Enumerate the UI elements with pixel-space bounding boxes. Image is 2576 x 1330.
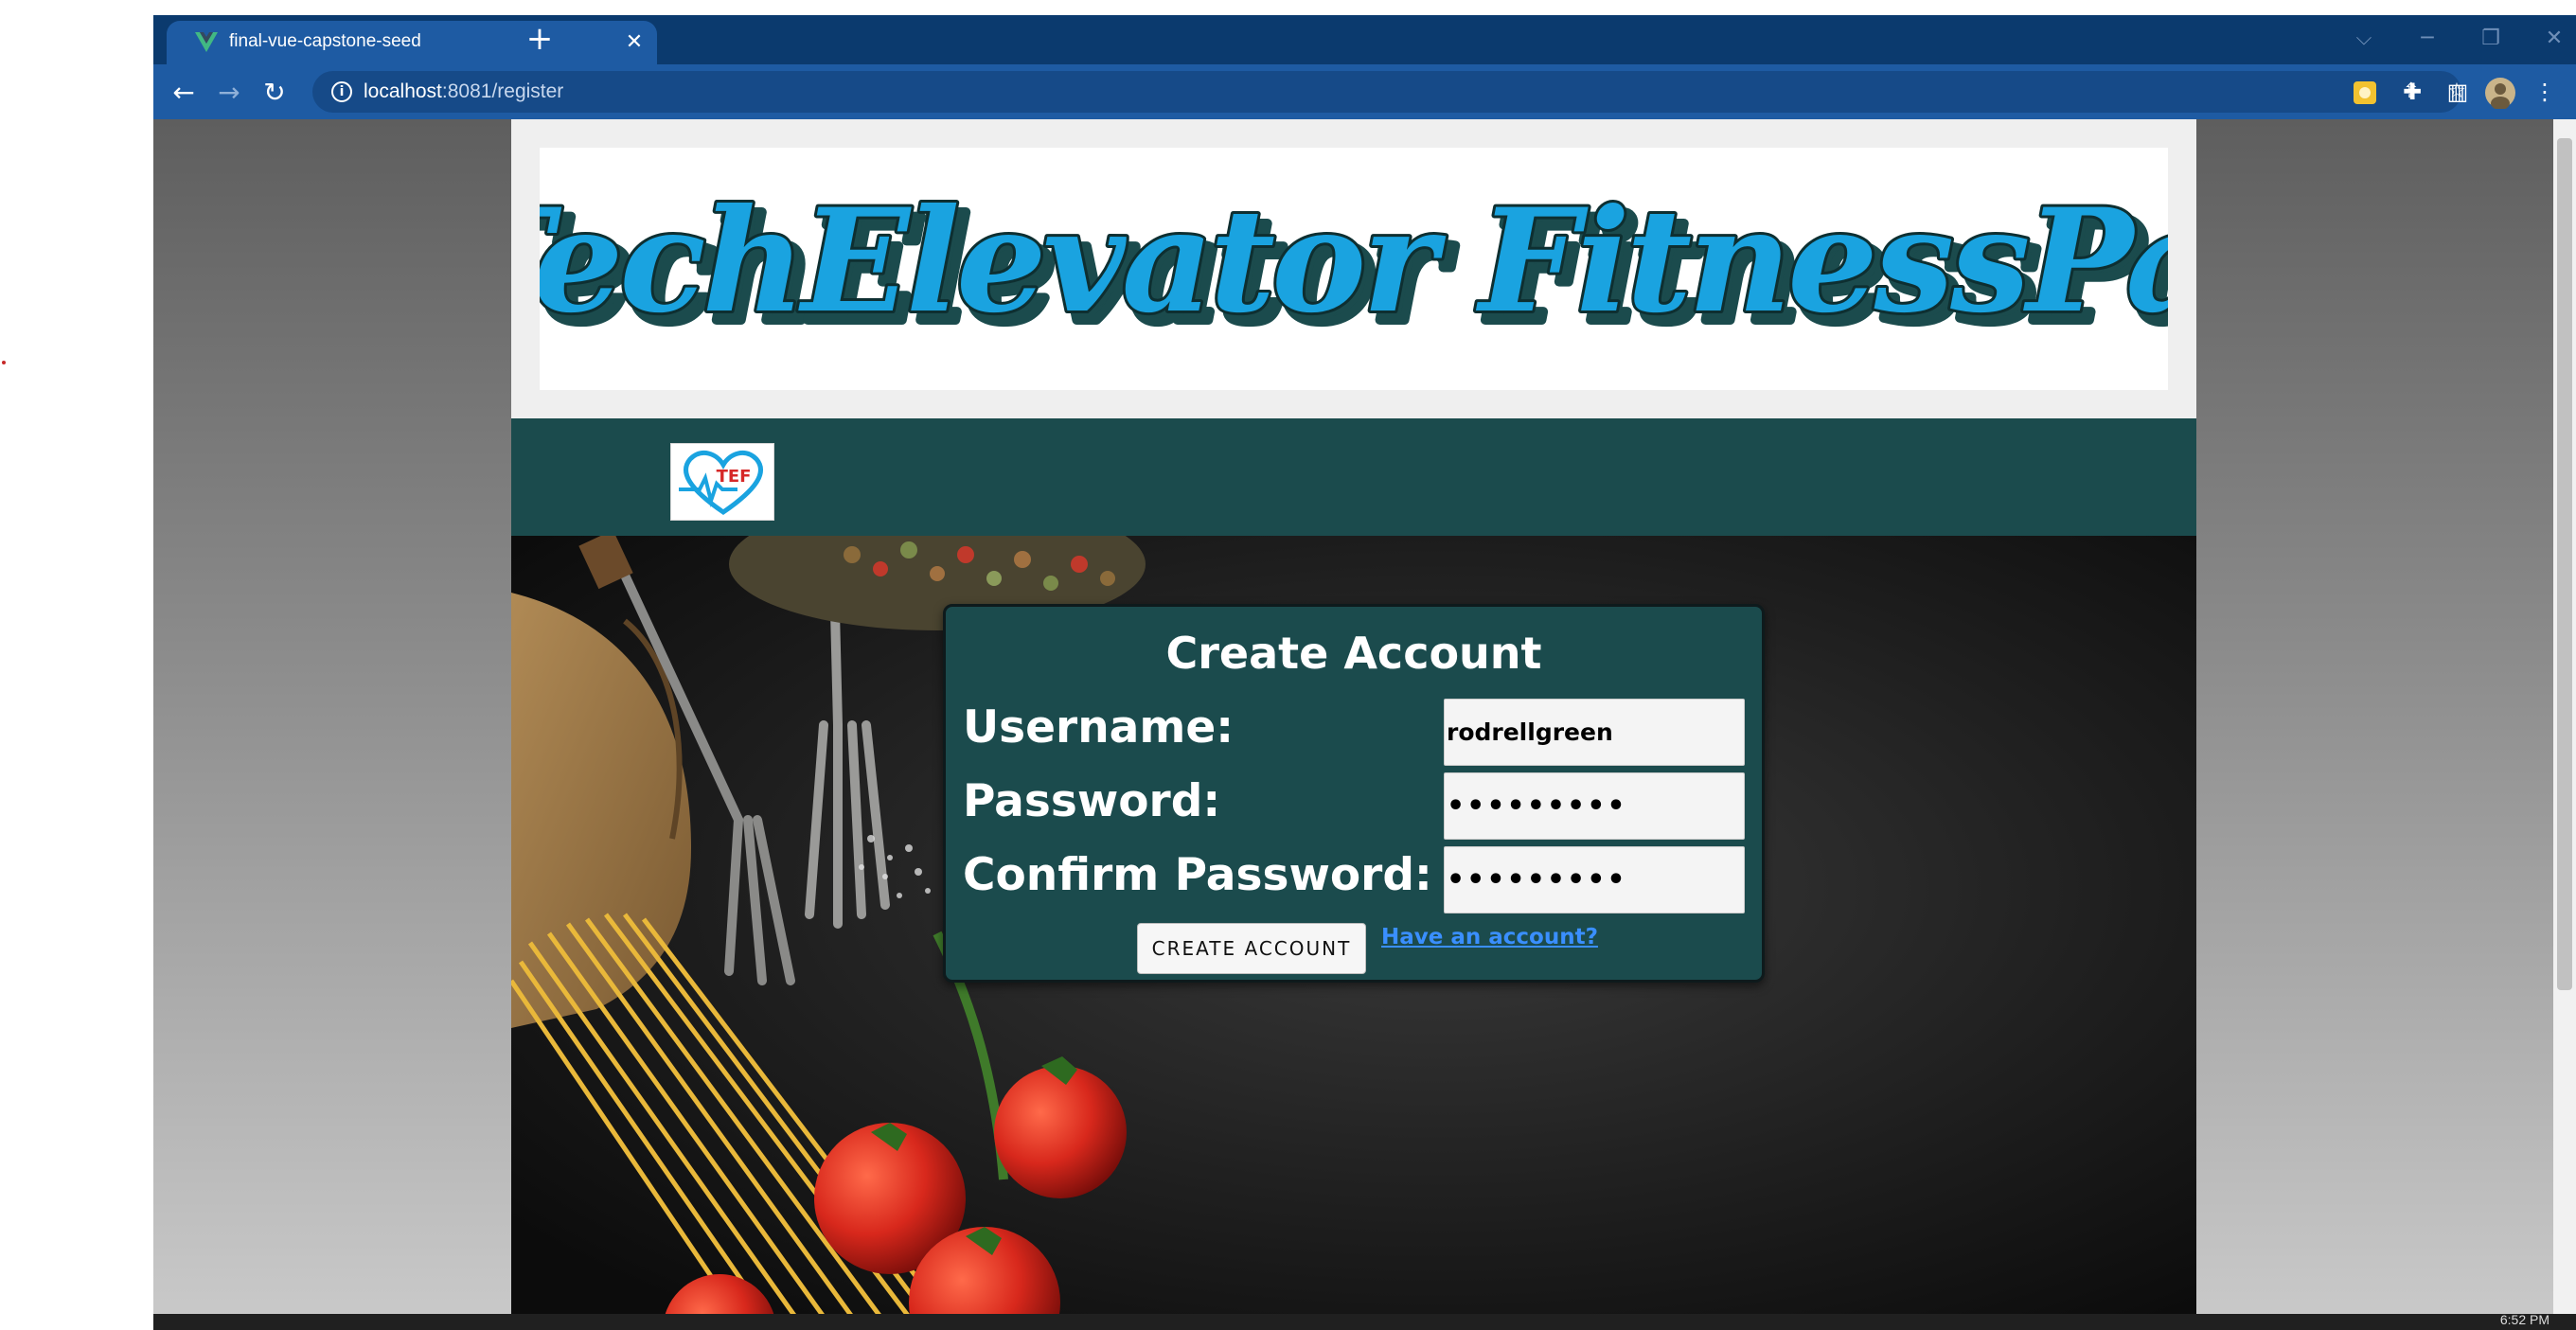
site-info-icon[interactable]: i	[331, 81, 352, 102]
confirm-password-input[interactable]: •••••••••	[1444, 846, 1745, 913]
tab-search-icon[interactable]: ⌵	[2345, 25, 2383, 53]
create-account-button[interactable]: CREATE ACCOUNT	[1137, 923, 1366, 974]
restore-icon[interactable]: ❐	[2472, 25, 2510, 53]
address-bar[interactable]: i localhost:8081/register ⚿ ⇪ ☆	[312, 71, 2466, 113]
url-path: :8081/register	[441, 80, 564, 102]
password-label: Password:	[963, 775, 1221, 827]
browser-window: final-vue-capstone-seed ✕ + ⌵ ─ ❐ ✕ ← → …	[153, 15, 2576, 1317]
reload-button[interactable]: ↻	[256, 74, 293, 112]
logo-text: TEF	[717, 467, 752, 487]
tab-strip: final-vue-capstone-seed ✕ + ⌵ ─ ❐ ✕	[153, 15, 2576, 64]
new-tab-button[interactable]: +	[521, 21, 559, 59]
back-button[interactable]: ←	[165, 74, 203, 112]
heart-pulse-icon: TEF	[679, 450, 763, 516]
have-account-link[interactable]: Have an account?	[1381, 925, 1598, 949]
side-panel-icon[interactable]: ▥	[2443, 77, 2473, 107]
page-viewport: TechElevator FitnessPal TechElevator Fit…	[153, 119, 2576, 1317]
browser-toolbar: ← → ↻ i localhost:8081/register ⚿ ⇪ ☆ ✚ …	[153, 64, 2576, 119]
tab-close-icon[interactable]: ✕	[621, 29, 648, 56]
page-scrollbar[interactable]	[2553, 119, 2576, 1317]
tab-active[interactable]: final-vue-capstone-seed ✕	[167, 21, 657, 64]
vue-favicon-icon	[195, 32, 218, 52]
form-title: Create Account	[1165, 628, 1542, 679]
app-page: TechElevator FitnessPal TechElevator Fit…	[511, 119, 2196, 1317]
browser-menu-icon[interactable]: ⋮	[2530, 77, 2560, 107]
scrollbar-thumb[interactable]	[2557, 138, 2572, 990]
extension-yellow-icon[interactable]	[2353, 80, 2377, 105]
confirm-password-label: Confirm Password:	[963, 849, 1432, 901]
username-input[interactable]: rodrellgreen	[1444, 699, 1745, 766]
tab-title: final-vue-capstone-seed	[229, 31, 421, 51]
navbar: TEF	[511, 418, 2196, 536]
nav-logo[interactable]: TEF	[670, 443, 774, 521]
taskbar-clock: 6:52 PM	[2499, 1312, 2549, 1327]
username-label: Username:	[963, 701, 1235, 754]
url-host: localhost	[364, 80, 442, 102]
desktop: final-vue-capstone-seed ✕ + ⌵ ─ ❐ ✕ ← → …	[0, 0, 2576, 1330]
minimize-icon[interactable]: ─	[2408, 25, 2446, 53]
create-account-form: Create Account Username: rodrellgreen Pa…	[943, 604, 1765, 983]
extensions-puzzle-icon[interactable]: ✚	[2397, 77, 2427, 107]
desktop-red-dot	[2, 361, 6, 364]
profile-avatar[interactable]	[2484, 77, 2516, 109]
url-text[interactable]: localhost:8081/register	[364, 80, 563, 103]
forward-button[interactable]: →	[210, 74, 248, 112]
password-input[interactable]: •••••••••	[1444, 772, 1745, 840]
banner-logo: TechElevator FitnessPal TechElevator Fit…	[540, 175, 2168, 359]
banner-title: TechElevator FitnessPal	[540, 178, 2168, 345]
site-banner: TechElevator FitnessPal TechElevator Fit…	[540, 148, 2168, 390]
window-close-icon[interactable]: ✕	[2535, 25, 2573, 53]
os-taskbar: 6:52 PM	[153, 1312, 2576, 1330]
